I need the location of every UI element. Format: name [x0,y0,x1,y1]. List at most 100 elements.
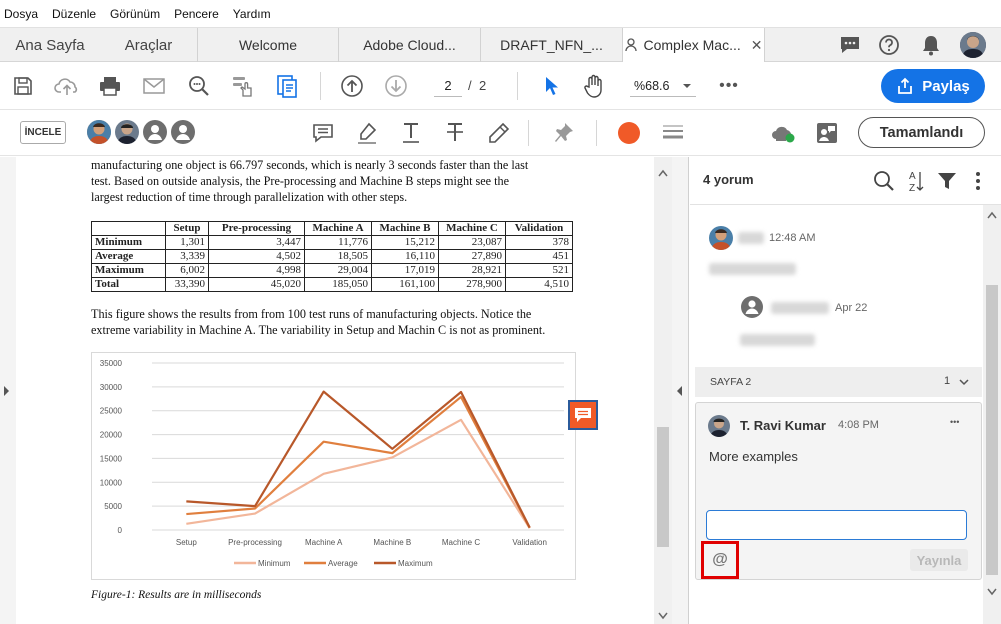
mention-button[interactable]: @ [701,541,739,579]
close-tab-icon[interactable]: ✕ [751,37,763,54]
table-cell: 28,921 [438,263,506,278]
page-section-header[interactable]: SAYFA 2 1 [695,367,982,397]
email-icon[interactable] [141,74,167,98]
scroll-up-icon[interactable] [658,169,668,177]
reviewer-avatar[interactable] [87,120,111,144]
zoom-select[interactable]: %68.6 [630,75,696,97]
pdf-page: manufacturing one object is 66.797 secon… [16,157,654,624]
highlight-icon[interactable] [354,120,380,146]
text-underline-icon[interactable] [398,120,424,146]
table-header-cell: Pre-processing [208,221,305,236]
table-cell: 11,776 [304,235,372,250]
sort-icon[interactable]: AZ [903,169,927,193]
share-icon [898,77,913,94]
scroll-thumb[interactable] [657,427,669,547]
paragraph-line: extreme variability in Machine A. The va… [91,323,546,337]
table-header-cell: Machine C [438,221,506,236]
reviewer-avatar[interactable] [171,120,195,144]
tab-complex-mac-label: Complex Mac... [643,37,741,53]
page-separator: / [468,78,472,93]
select-arrow-icon[interactable] [539,74,563,98]
tab-adobe-cloud[interactable]: Adobe Cloud... [339,28,481,62]
legend-label: Maximum [398,559,433,568]
tab-draft[interactable]: DRAFT_NFN_... [481,28,623,62]
table-cell: 4,510 [505,277,573,292]
page-total: 2 [479,78,487,93]
sticky-note-comment-icon[interactable] [568,400,598,430]
review-mode-button[interactable]: İNCELE [20,121,66,144]
scroll-thumb[interactable] [986,285,998,575]
table-cell: 278,900 [438,277,506,292]
cloud-upload-icon[interactable] [54,74,80,98]
y-tick-label: 35000 [100,359,123,368]
more-options-icon[interactable] [966,169,990,193]
author-avatar [708,415,730,437]
page-up-icon[interactable] [339,74,365,98]
reply-input[interactable] [706,510,967,540]
table-cell: 29,004 [304,263,372,278]
publish-button[interactable]: Yayınla [910,549,968,571]
series-line-average [186,395,531,529]
y-tick-label: 10000 [100,478,123,487]
line-weight-icon[interactable] [660,120,686,146]
comment-card[interactable]: T. Ravi Kumar 4:08 PM ••• More examples … [695,402,982,580]
comment-user-icon[interactable] [814,120,840,146]
y-tick-label: 5000 [104,502,122,511]
page-section-label: SAYFA 2 [710,376,752,388]
hand-tool-icon[interactable] [581,73,607,99]
series-line-minimum [186,418,531,529]
table-cell: 378 [505,235,573,250]
scroll-down-icon[interactable] [658,612,668,620]
scroll-up-icon[interactable] [987,211,997,219]
table-cell: 3,339 [165,249,209,264]
more-tools-icon[interactable]: ••• [717,74,741,98]
user-avatar[interactable] [960,32,986,58]
comment-count: 4 yorum [703,172,754,187]
color-picker-button[interactable] [618,122,640,144]
pencil-icon[interactable] [486,120,512,146]
search-icon[interactable] [872,169,896,193]
export-pdf-icon[interactable] [274,73,300,99]
panel-scrollbar[interactable] [983,205,1001,624]
tab-home[interactable]: Ana Sayfa [0,28,100,62]
menu-edit[interactable]: Düzenle [52,7,96,21]
menu-window[interactable]: Pencere [174,7,219,21]
scroll-down-icon[interactable] [987,588,997,596]
right-panel-toggle-icon[interactable] [676,385,683,400]
comments-header: 4 yorum AZ [690,157,1001,205]
menu-help[interactable]: Yardım [233,7,271,21]
help-icon[interactable] [877,33,901,57]
table-header-row: Setup Pre-processing Machine A Machine B… [91,221,573,236]
table-row: Average 3,339 4,502 18,505 16,110 27,890… [91,249,573,264]
cloud-sync-icon[interactable] [770,120,796,146]
redacted-name [771,302,829,314]
filter-icon[interactable] [935,169,959,193]
stamp-pin-icon[interactable] [551,120,577,146]
page-down-icon[interactable] [383,74,409,98]
menu-file[interactable]: Dosya [4,7,38,21]
tab-welcome[interactable]: Welcome [198,28,339,62]
comment-icon[interactable] [310,120,336,146]
tab-complex-mac[interactable]: Complex Mac... ✕ [623,28,765,63]
strikethrough-icon[interactable] [442,120,468,146]
comment-more-icon[interactable]: ••• [950,417,959,427]
hand-pointer-icon[interactable] [229,74,255,98]
page-section-count: 1 [944,375,951,387]
done-button[interactable]: Tamamlandı [858,117,985,148]
chat-icon[interactable] [838,33,862,57]
save-icon[interactable] [11,74,35,98]
left-panel-toggle-icon[interactable] [3,385,10,400]
tab-tools[interactable]: Araçlar [100,28,198,62]
reviewer-avatar[interactable] [143,120,167,144]
share-button[interactable]: Paylaş [881,69,985,103]
reviewer-avatar[interactable] [115,120,139,144]
print-icon[interactable] [97,74,123,98]
comment-time: 12:48 AM [769,232,816,244]
page-number-input[interactable]: 2 [434,75,462,97]
find-icon[interactable] [186,74,212,98]
document-scrollbar[interactable] [654,157,672,624]
at-mention-icon: @ [712,551,728,568]
table-header-cell [91,221,166,236]
menu-view[interactable]: Görünüm [110,7,160,21]
notification-bell-icon[interactable] [919,33,943,57]
